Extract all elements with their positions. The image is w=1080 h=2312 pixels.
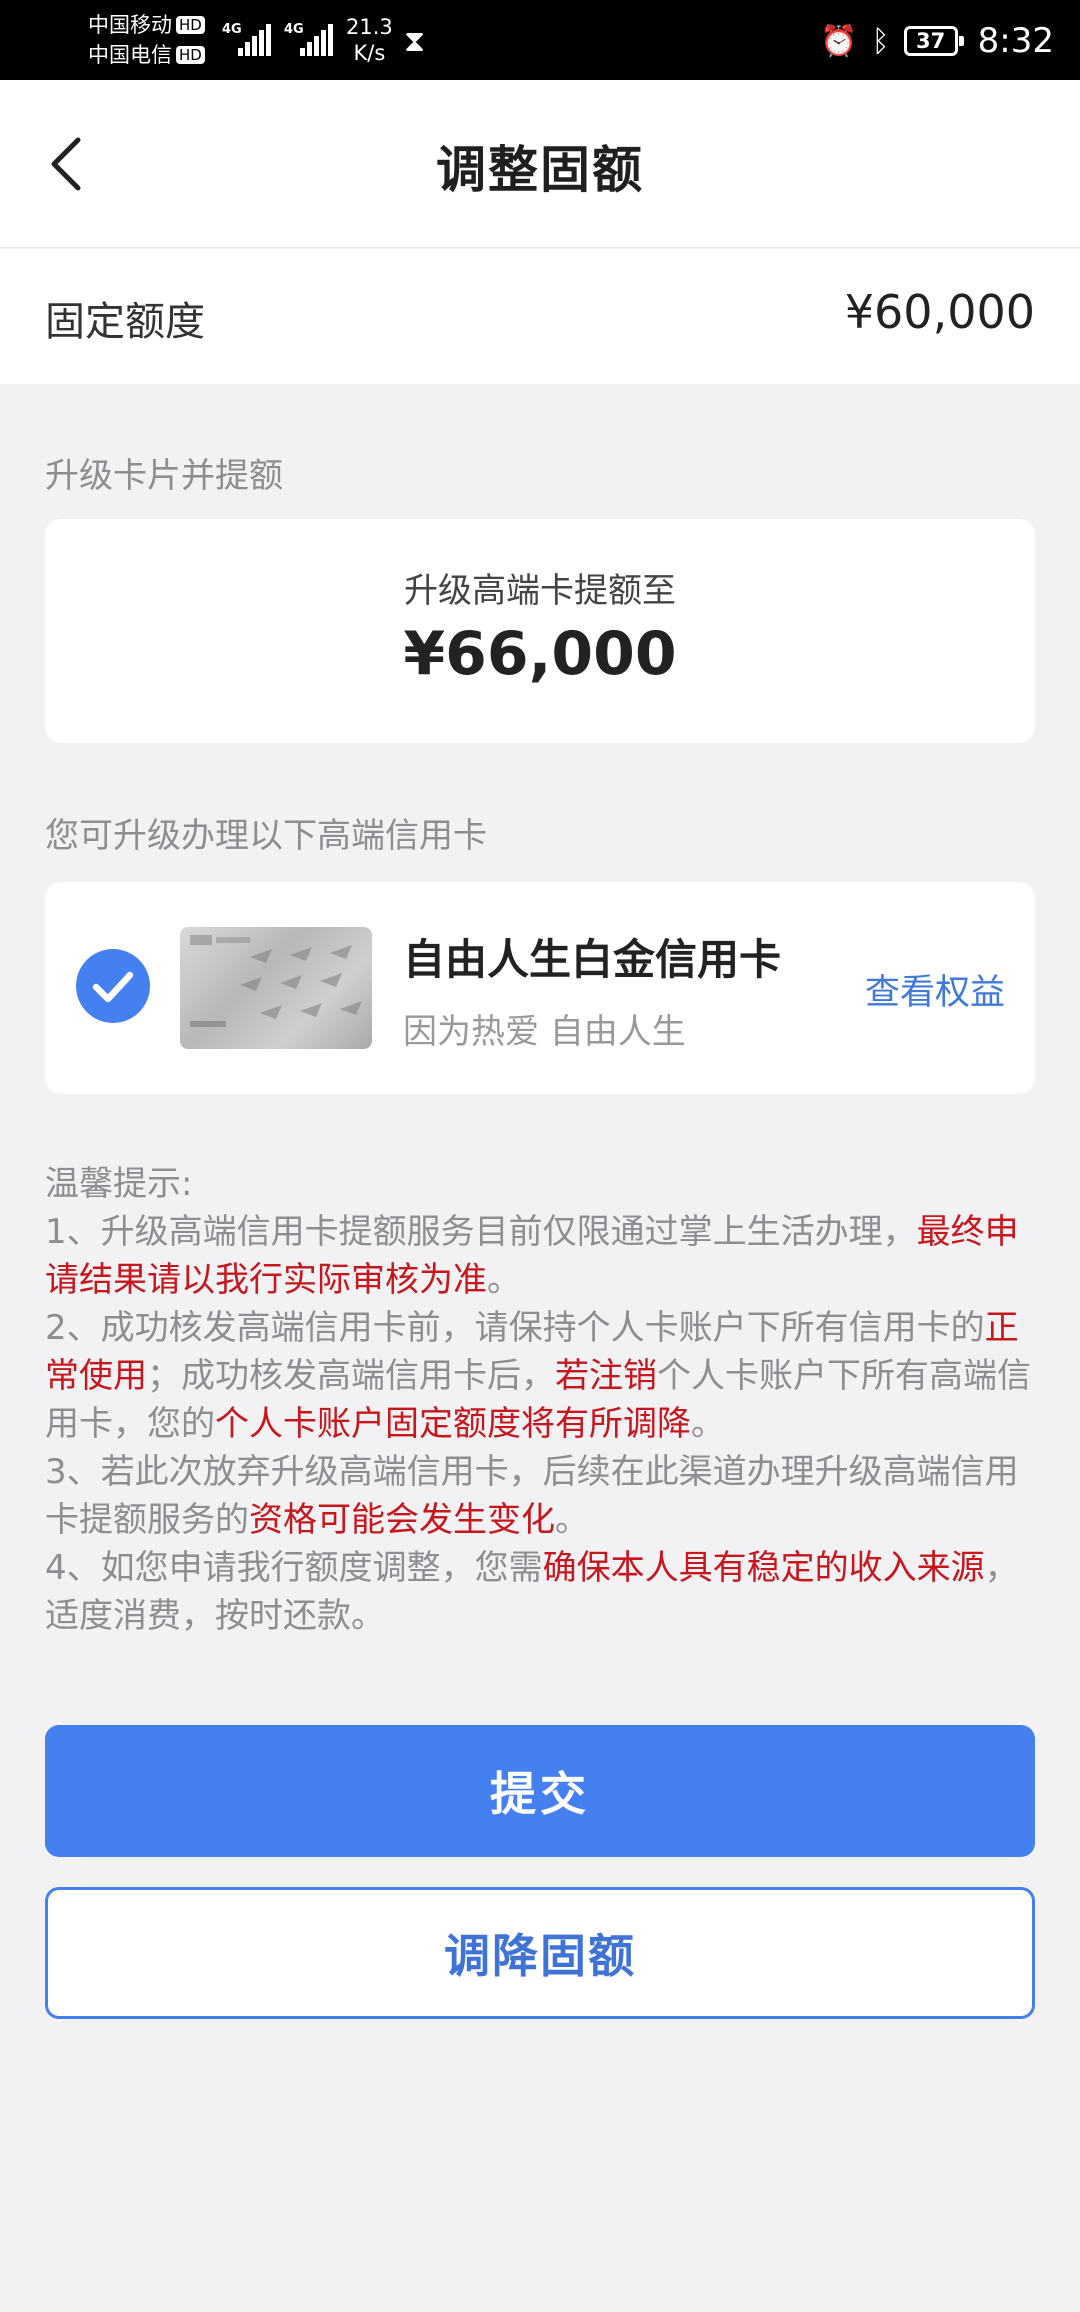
bluetooth-icon: ᛒ: [871, 23, 890, 59]
credit-card-name: 自由人生白金信用卡: [403, 935, 782, 984]
tip-text: 1、升级高端信用卡提额服务目前仅限通过掌上生活办理，: [45, 1212, 917, 1252]
tip-item: 2、成功核发高端信用卡前，请保持个人卡账户下所有信用卡的正常使用；成功核发高端信…: [45, 1304, 1035, 1448]
upgrade-amount: ¥66,000: [403, 619, 677, 689]
tip-item: 1、升级高端信用卡提额服务目前仅限通过掌上生活办理，最终申请结果请以我行实际审核…: [45, 1208, 1035, 1304]
speed-unit: K/s: [353, 41, 386, 65]
tip-highlight: 确保本人具有稳定的收入来源: [542, 1548, 985, 1588]
tip-highlight: 资格可能会发生变化: [249, 1500, 555, 1540]
credit-card-slogan: 因为热爱 自由人生: [403, 1012, 686, 1052]
tip-highlight: 个人卡账户固定额度将有所调降: [215, 1404, 691, 1444]
status-bar: 中国移动 HD 中国电信 HD 4G 4G 21.3 K/s ⧗ ⏰ ᛒ 37 8:…: [0, 0, 1080, 80]
upgrade-amount-card: 升级高端卡提额至 ¥66,000: [45, 519, 1035, 743]
tip-item: 3、若此次放弃升级高端信用卡，后续在此渠道办理升级高端信用卡提额服务的资格可能会…: [45, 1448, 1035, 1544]
tip-text: 。: [487, 1260, 521, 1300]
tip-text: 。: [555, 1500, 589, 1540]
fixed-limit-label: 固定额度: [45, 299, 205, 345]
fixed-limit-row: 固定额度 ¥60,000: [0, 249, 1080, 384]
card-options-title: 您可升级办理以下高端信用卡: [45, 816, 487, 856]
network-type-1: 4G: [222, 22, 242, 37]
carrier-name-1: 中国移动: [88, 13, 172, 37]
reduce-limit-button[interactable]: 调降固额: [45, 1887, 1035, 2019]
carrier-name-2: 中国电信: [88, 43, 172, 67]
tip-item: 4、如您申请我行额度调整，您需确保本人具有稳定的收入来源，适度消费，按时还款。: [45, 1544, 1035, 1640]
hd-badge-1: HD: [176, 16, 205, 34]
speed-value: 21.3: [346, 15, 393, 39]
warm-tips: 温馨提示: 1、升级高端信用卡提额服务目前仅限通过掌上生活办理，最终申请结果请以…: [45, 1160, 1035, 1640]
checkmark-icon[interactable]: [75, 948, 151, 1024]
signal-icon-1: 4G: [222, 22, 271, 56]
network-speed: 21.3 K/s: [346, 14, 393, 66]
credit-card-image: [180, 927, 372, 1049]
view-benefits-link[interactable]: 查看权益: [865, 964, 1005, 1015]
fixed-limit-value: ¥60,000: [844, 285, 1035, 339]
tips-title: 温馨提示:: [45, 1164, 193, 1204]
tip-text: 2、成功核发高端信用卡前，请保持个人卡账户下所有信用卡的: [45, 1308, 985, 1348]
upgrade-subtitle: 升级高端卡提额至: [404, 571, 676, 611]
submit-button[interactable]: 提交: [45, 1725, 1035, 1857]
battery-icon: 37: [903, 26, 964, 56]
hourglass-icon: ⧗: [404, 24, 426, 59]
credit-card-option[interactable]: 自由人生白金信用卡 因为热爱 自由人生 查看权益: [45, 882, 1035, 1094]
signal-icon-2: 4G: [284, 22, 334, 56]
tip-highlight: 若注销: [555, 1356, 657, 1396]
carrier-info: 中国移动 HD 中国电信 HD: [88, 10, 205, 70]
tip-text: ；成功核发高端信用卡后，: [147, 1356, 555, 1396]
tip-text: 。: [691, 1404, 725, 1444]
tip-text: 4、如您申请我行额度调整，您需: [45, 1548, 543, 1588]
status-right: ⏰ ᛒ 37 8:32: [820, 16, 1054, 66]
page-title: 调整固额: [436, 141, 644, 199]
upgrade-section-title: 升级卡片并提额: [45, 456, 283, 496]
nav-bar: 调整固额: [0, 80, 1080, 248]
hd-badge-2: HD: [176, 46, 205, 64]
alarm-icon: ⏰: [820, 23, 858, 59]
clock: 8:32: [977, 21, 1054, 61]
network-type-2: 4G: [284, 22, 304, 37]
